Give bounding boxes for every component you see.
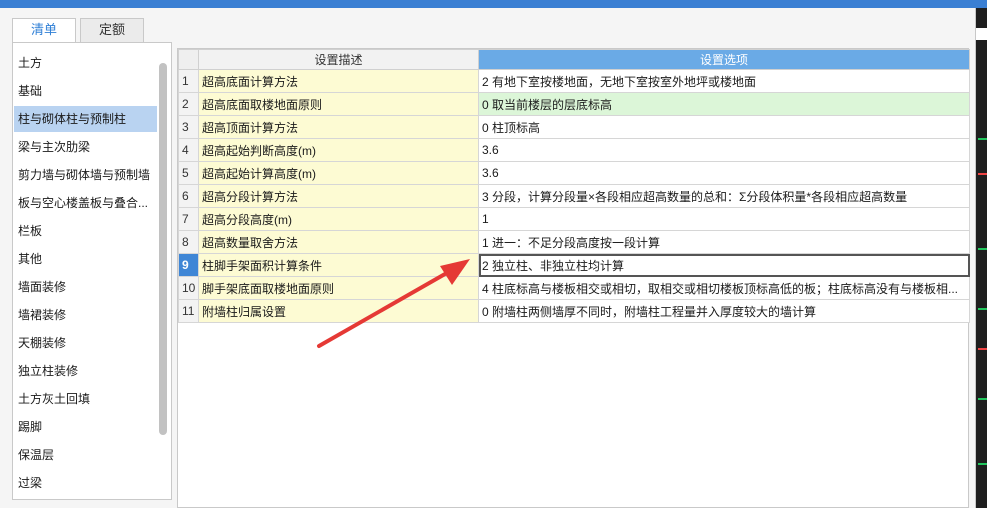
setting-row[interactable]: 2 超高底面取楼地面原则 0 取当前楼层的层底标高 (178, 92, 970, 116)
grid-header-row: 设置描述 设置选项 (178, 49, 970, 70)
setting-description: 超高分段计算方法 (198, 184, 479, 208)
category-item[interactable]: 过梁 (14, 470, 157, 496)
category-item[interactable]: 独立柱装修 (14, 358, 157, 384)
setting-option[interactable]: 1 进一：不足分段高度按一段计算 (478, 230, 970, 254)
row-number: 5 (178, 161, 199, 185)
setting-row[interactable]: 3 超高顶面计算方法 0 柱顶标高 (178, 115, 970, 139)
row-number: 1 (178, 69, 199, 93)
setting-option[interactable]: 3.6 (478, 138, 970, 162)
setting-row[interactable]: 4 超高起始判断高度(m) 3.6 (178, 138, 970, 162)
setting-row[interactable]: 7 超高分段高度(m) 1 (178, 207, 970, 231)
category-item[interactable]: 墙面装修 (14, 274, 157, 300)
setting-row[interactable]: 1 超高底面计算方法 2 有地下室按楼地面，无地下室按室外地坪或楼地面 (178, 69, 970, 93)
row-number: 3 (178, 115, 199, 139)
setting-option[interactable]: 0 附墙柱两侧墙厚不同时，附墙柱工程量并入厚度较大的墙计算 (478, 299, 970, 323)
setting-description: 超高顶面计算方法 (198, 115, 479, 139)
row-number: 4 (178, 138, 199, 162)
settings-grid: 设置描述 设置选项 1 超高底面计算方法 2 有地下室按楼地面，无地下室按室外地坪或… (177, 48, 970, 508)
setting-description: 附墙柱归属设置 (198, 299, 479, 323)
row-number: 10 (178, 276, 199, 300)
header-row-number (178, 49, 199, 70)
setting-row[interactable]: 9 柱脚手架面积计算条件 2 独立柱、非独立柱均计算 (178, 253, 970, 277)
setting-description: 超高底面取楼地面原则 (198, 92, 479, 116)
category-item[interactable]: 其他 (14, 246, 157, 272)
setting-option[interactable]: 0 柱顶标高 (478, 115, 970, 139)
setting-option[interactable]: 3.6 (478, 161, 970, 185)
background-canvas-strip (976, 8, 987, 508)
row-number: 2 (178, 92, 199, 116)
category-item[interactable]: 楼梯面 (14, 498, 157, 499)
setting-option[interactable]: 3 分段，计算分段量×各段相应超高数量的总和：Σ分段体积量*各段相应超高数量 (478, 184, 970, 208)
row-number: 11 (178, 299, 199, 323)
setting-option[interactable]: 2 有地下室按楼地面，无地下室按室外地坪或楼地面 (478, 69, 970, 93)
tab-quota[interactable]: 定额 (80, 18, 144, 42)
category-item[interactable]: 保温层 (14, 442, 157, 468)
header-setting-option[interactable]: 设置选项 (478, 49, 970, 70)
setting-row[interactable]: 10 脚手架底面取楼地面原则 4 柱底标高与楼板相交或相切，取相交或相切楼板顶标高低… (178, 276, 970, 300)
category-item[interactable]: 基础 (14, 78, 157, 104)
category-item[interactable]: 栏板 (14, 218, 157, 244)
setting-option[interactable]: 2 独立柱、非独立柱均计算 (478, 253, 970, 277)
category-item[interactable]: 天棚装修 (14, 330, 157, 356)
row-number: 8 (178, 230, 199, 254)
category-list-scrollbar[interactable] (159, 63, 167, 435)
setting-description: 超高起始判断高度(m) (198, 138, 479, 162)
row-number: 9 (178, 253, 199, 277)
category-item[interactable]: 板与空心楼盖板与叠合... (14, 190, 157, 216)
header-setting-description[interactable]: 设置描述 (198, 49, 479, 70)
category-item[interactable]: 土方 (14, 50, 157, 76)
setting-description: 超高数量取舍方法 (198, 230, 479, 254)
window-title-bar (0, 0, 987, 8)
setting-row[interactable]: 8 超高数量取舍方法 1 进一：不足分段高度按一段计算 (178, 230, 970, 254)
setting-option[interactable]: 1 (478, 207, 970, 231)
setting-option[interactable]: 0 取当前楼层的层底标高 (478, 92, 970, 116)
category-item[interactable]: 梁与主次肋梁 (14, 134, 157, 160)
setting-description: 脚手架底面取楼地面原则 (198, 276, 479, 300)
setting-row[interactable]: 11 附墙柱归属设置 0 附墙柱两侧墙厚不同时，附墙柱工程量并入厚度较大的墙计算 (178, 299, 970, 323)
category-item[interactable]: 剪力墙与砌体墙与预制墙 (14, 162, 157, 188)
setting-row[interactable]: 5 超高起始计算高度(m) 3.6 (178, 161, 970, 185)
category-list: 土方 基础 柱与砌体柱与预制柱 梁与主次肋梁 剪力墙与砌体墙与预制墙 板与空心楼盖板与叠合… (12, 42, 172, 500)
category-item[interactable]: 踢脚 (14, 414, 157, 440)
category-item[interactable]: 墙裙装修 (14, 302, 157, 328)
setting-row[interactable]: 6 超高分段计算方法 3 分段，计算分段量×各段相应超高数量的总和：Σ分段体积量*各… (178, 184, 970, 208)
category-item[interactable]: 土方灰土回填 (14, 386, 157, 412)
setting-description: 超高底面计算方法 (198, 69, 479, 93)
row-number: 7 (178, 207, 199, 231)
row-number: 6 (178, 184, 199, 208)
tab-bill[interactable]: 清单 (12, 18, 76, 43)
setting-description: 超高起始计算高度(m) (198, 161, 479, 185)
category-item[interactable]: 柱与砌体柱与预制柱 (14, 106, 157, 132)
setting-description: 柱脚手架面积计算条件 (198, 253, 479, 277)
setting-option[interactable]: 4 柱底标高与楼板相交或相切，取相交或相切楼板顶标高低的板；柱底标高没有与楼板相… (478, 276, 970, 300)
setting-description: 超高分段高度(m) (198, 207, 479, 231)
